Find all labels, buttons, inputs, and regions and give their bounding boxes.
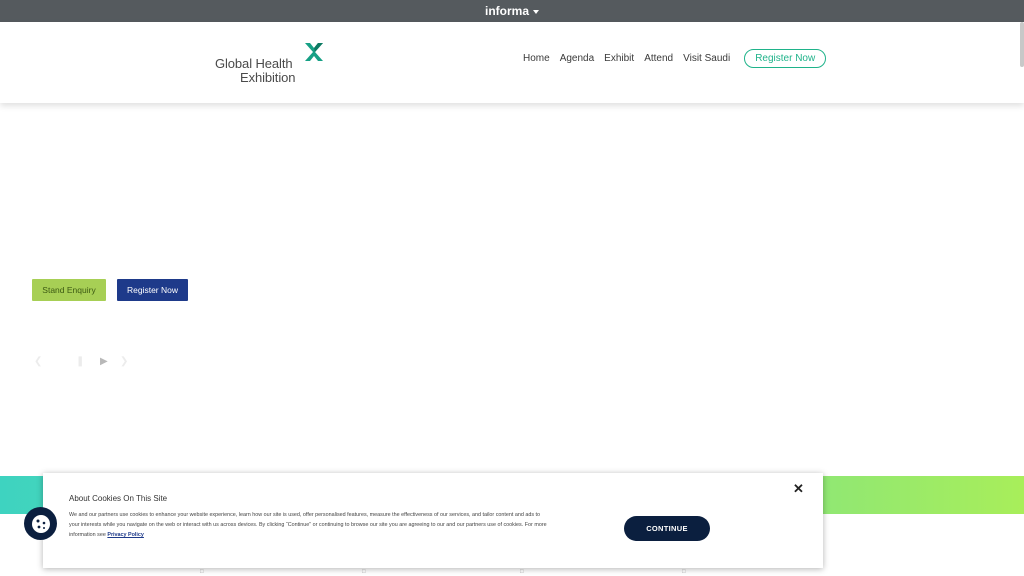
continue-button[interactable]: CONTINUE [624,516,710,541]
logo-cross-icon [305,43,323,61]
logo-line-1: Global Health [215,56,293,71]
pause-icon[interactable]: ❚ [76,356,84,367]
informa-menu[interactable]: informa [485,4,539,18]
strip-icon: □ [200,569,204,575]
scrollbar[interactable] [1020,22,1024,67]
close-icon[interactable]: ✕ [793,481,804,497]
next-icon[interactable]: ❯ [120,356,128,367]
privacy-policy-link[interactable]: Privacy Policy [107,532,144,538]
cookie-body: We and our partners use cookies to enhan… [69,510,549,541]
strip-icon: □ [682,569,686,575]
strip-icon: □ [362,569,366,575]
cookie-icon [31,514,50,533]
nav-agenda[interactable]: Agenda [560,53,594,64]
media-controls: ❮ ❚ ▶ ❯ [34,356,144,372]
chevron-down-icon [533,9,539,14]
cookie-title: About Cookies On This Site [69,494,168,503]
nav-attend[interactable]: Attend [644,53,673,64]
logo-line-2: Exhibition [240,70,296,85]
stand-enquiry-button[interactable]: Stand Enquiry [32,279,106,301]
nav-visit-saudi[interactable]: Visit Saudi [683,53,730,64]
cookie-banner: About Cookies On This Site We and our pa… [43,473,823,568]
strip-icon: □ [520,569,524,575]
cookie-settings-button[interactable] [24,507,57,540]
hero-register-button[interactable]: Register Now [117,279,188,301]
informa-topbar: informa [0,0,1024,22]
prev-icon[interactable]: ❮ [34,356,42,367]
informa-brand: informa [484,4,529,18]
main-nav: Home Agenda Exhibit Attend Visit Saudi R… [523,48,827,68]
play-icon[interactable]: ▶ [100,356,108,367]
header-register-button[interactable]: Register Now [744,48,827,68]
bottom-strip: □ □ □ □ [0,567,1024,576]
global-health-logo[interactable]: Global Health Exhibition [215,40,327,86]
nav-exhibit[interactable]: Exhibit [604,53,634,64]
site-header: Global Health Exhibition Home Agenda Exh… [0,22,1024,103]
nav-home[interactable]: Home [523,53,550,64]
